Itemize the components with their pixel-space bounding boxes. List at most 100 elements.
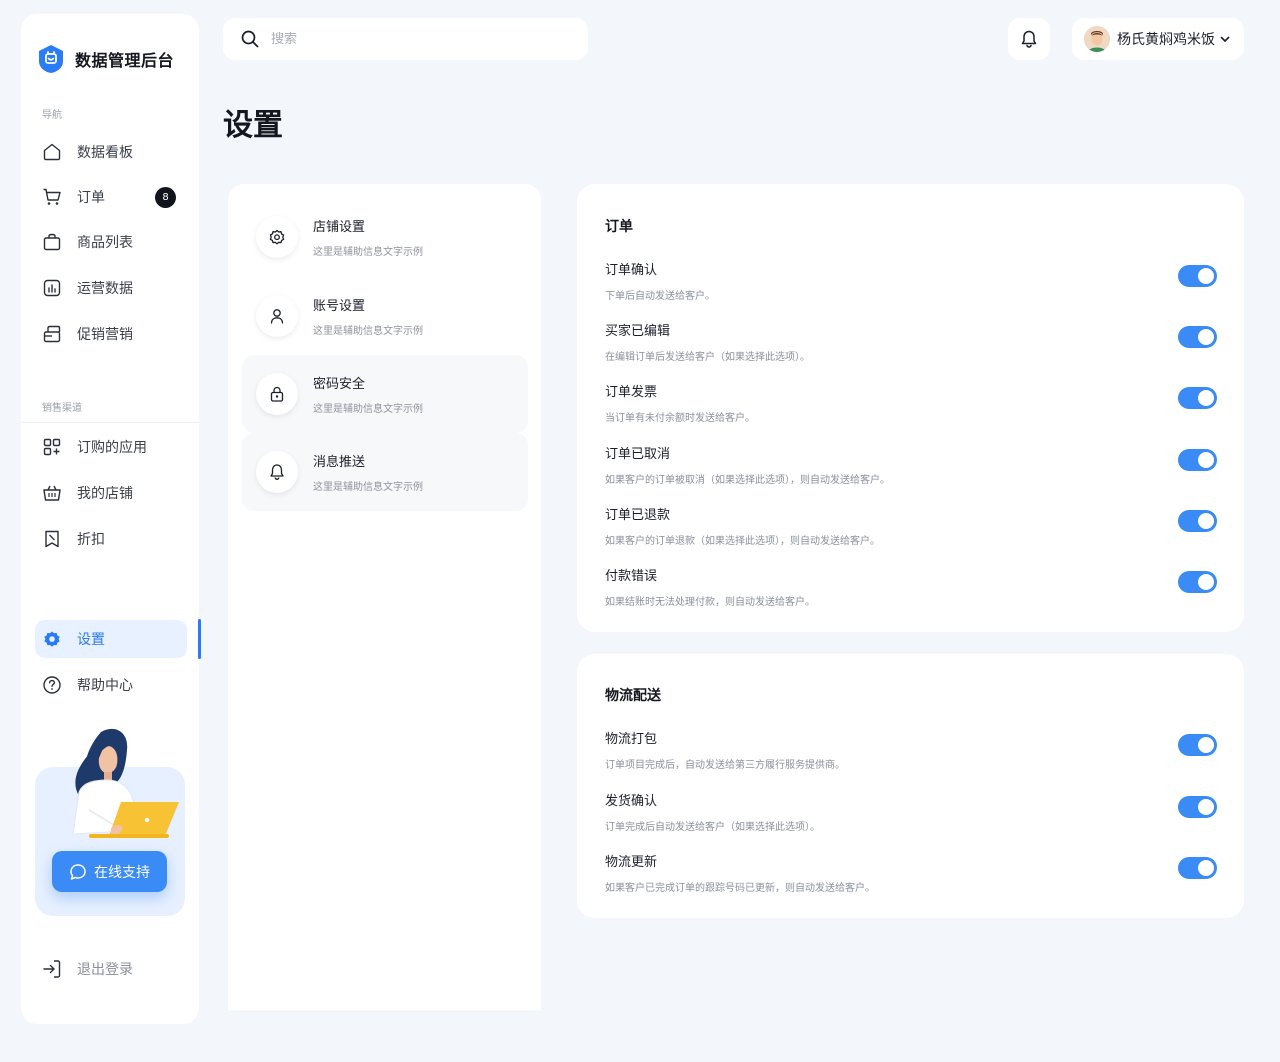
sidebar-item-label: 设置 xyxy=(77,632,105,648)
panel-title: 订单 xyxy=(605,219,633,235)
section-label-channels: 销售渠道 xyxy=(42,403,82,414)
shipping-panel: 物流配送 物流打包 订单项目完成后，自动发送给第三方履行服务提供商。 发货确认 … xyxy=(577,654,1244,918)
sidebar-item-label: 数据看板 xyxy=(77,145,133,161)
logout-button[interactable]: 退出登录 xyxy=(41,958,133,980)
sidebar-item-products[interactable]: 商品列表 xyxy=(35,223,187,261)
menu-item-password-security[interactable]: 密码安全 这里是辅助信息文字示例 xyxy=(242,355,528,433)
toggle-switch[interactable] xyxy=(1178,387,1217,409)
setting-description: 下单后自动发送给客户。 xyxy=(605,291,715,302)
lock-icon xyxy=(256,373,298,415)
sidebar-item-help[interactable]: 帮助中心 xyxy=(35,666,187,704)
sidebar-item-dashboard[interactable]: 数据看板 xyxy=(35,133,187,171)
toggle-switch[interactable] xyxy=(1178,571,1217,593)
sidebar-item-label: 折扣 xyxy=(77,532,105,548)
logout-icon xyxy=(43,960,61,978)
menu-item-notifications[interactable]: 消息推送 这里是辅助信息文字示例 xyxy=(242,433,528,511)
sidebar-item-label: 订单 xyxy=(77,190,105,206)
setting-title: 订单发票 xyxy=(605,385,658,400)
setting-description: 如果客户的订单退款（如果选择此选项），则自动发送给客户。 xyxy=(605,536,880,547)
toggle-switch[interactable] xyxy=(1178,857,1217,879)
online-support-button[interactable]: 在线支持 xyxy=(52,851,167,892)
discount-icon xyxy=(41,528,63,550)
sidebar-item-my-store[interactable]: 我的店铺 xyxy=(35,474,187,512)
setting-row-order-confirm: 订单确认 下单后自动发送给客户。 xyxy=(605,259,1217,309)
notifications-button[interactable] xyxy=(1008,18,1050,60)
setting-description: 当订单有未付余额时发送给客户。 xyxy=(605,413,755,424)
sidebar-item-discount[interactable]: 折扣 xyxy=(35,520,187,558)
active-indicator xyxy=(198,619,201,659)
sidebar-item-label: 帮助中心 xyxy=(77,678,133,694)
setting-title: 买家已编辑 xyxy=(605,324,671,339)
setting-description: 订单项目完成后，自动发送给第三方履行服务提供商。 xyxy=(605,760,845,771)
toggle-switch[interactable] xyxy=(1178,734,1217,756)
chevron-down-icon xyxy=(1220,36,1230,42)
user-name: 杨氏黄焖鸡米饭 xyxy=(1117,32,1215,48)
chart-icon xyxy=(41,277,63,299)
sidebar-item-label: 促销营销 xyxy=(77,327,133,343)
setting-title: 付款错误 xyxy=(605,569,658,584)
bell-icon xyxy=(256,451,298,493)
search-box[interactable] xyxy=(223,18,588,60)
setting-title: 订单已退款 xyxy=(605,508,671,523)
setting-description: 如果结账时无法处理付款，则自动发送给客户。 xyxy=(605,597,815,608)
toggle-switch[interactable] xyxy=(1178,510,1217,532)
section-divider xyxy=(21,422,199,423)
setting-title: 订单确认 xyxy=(605,263,658,278)
panel-title: 物流配送 xyxy=(605,688,661,704)
sidebar-item-apps[interactable]: 订购的应用 xyxy=(35,428,187,466)
basket-icon xyxy=(41,482,63,504)
menu-item-subtitle: 这里是辅助信息文字示例 xyxy=(313,326,423,337)
toggle-switch[interactable] xyxy=(1178,796,1217,818)
sidebar-item-orders[interactable]: 订单 8 xyxy=(35,178,187,216)
sidebar-item-label: 商品列表 xyxy=(77,235,133,251)
user-icon xyxy=(256,295,298,337)
cart-icon xyxy=(41,186,63,208)
setting-title: 物流更新 xyxy=(605,855,658,870)
setting-description: 如果客户已完成订单的跟踪号码已更新，则自动发送给客户。 xyxy=(605,883,875,894)
brand-name: 数据管理后台 xyxy=(75,51,175,70)
orders-count-badge: 8 xyxy=(155,187,176,208)
setting-row-refunded: 订单已退款 如果客户的订单退款（如果选择此选项），则自动发送给客户。 xyxy=(605,504,1217,554)
home-icon xyxy=(41,141,63,163)
setting-row-cancelled: 订单已取消 如果客户的订单被取消（如果选择此选项），则自动发送给客户。 xyxy=(605,443,1217,493)
woman-laptop-illustration xyxy=(72,728,179,838)
settings-menu: 店铺设置 这里是辅助信息文字示例 账号设置 这里是辅助信息文字示例 密码安全 这… xyxy=(228,184,541,1010)
setting-description: 订单完成后自动发送给客户（如果选择此选项）。 xyxy=(605,822,820,833)
setting-row-shipment-confirm: 发货确认 订单完成后自动发送给客户（如果选择此选项）。 xyxy=(605,790,1217,840)
menu-item-store-settings[interactable]: 店铺设置 这里是辅助信息文字示例 xyxy=(242,198,528,276)
online-support-label: 在线支持 xyxy=(94,864,150,881)
setting-row-buyer-edited: 买家已编辑 在编辑订单后发送给客户（如果选择此选项）。 xyxy=(605,320,1217,370)
toggle-switch[interactable] xyxy=(1178,265,1217,287)
toggle-switch[interactable] xyxy=(1178,449,1217,471)
sidebar-item-promotion[interactable]: 促销营销 xyxy=(35,315,187,353)
brand[interactable]: 数据管理后台 xyxy=(37,44,174,74)
setting-row-tracking-update: 物流更新 如果客户已完成订单的跟踪号码已更新，则自动发送给客户。 xyxy=(605,851,1217,901)
bell-icon xyxy=(1021,30,1037,48)
shield-logo-icon xyxy=(39,45,63,73)
menu-item-subtitle: 这里是辅助信息文字示例 xyxy=(313,247,423,258)
page-title: 设置 xyxy=(223,108,283,143)
avatar xyxy=(1084,26,1110,52)
menu-item-subtitle: 这里是辅助信息文字示例 xyxy=(313,482,423,493)
search-icon xyxy=(241,30,259,48)
promotion-icon xyxy=(41,323,63,345)
bag-icon xyxy=(41,231,63,253)
orders-panel: 订单 订单确认 下单后自动发送给客户。 买家已编辑 在编辑订单后发送给客户（如果… xyxy=(577,184,1244,632)
sidebar: 数据管理后台 导航 数据看板 订单 8 商品列表 运营数据 促销营销 销售渠道 xyxy=(21,14,201,1024)
sidebar-item-settings[interactable]: 设置 xyxy=(35,620,187,658)
menu-item-title: 账号设置 xyxy=(313,299,366,314)
menu-item-account-settings[interactable]: 账号设置 这里是辅助信息文字示例 xyxy=(242,277,528,355)
setting-title: 物流打包 xyxy=(605,732,658,747)
menu-item-title: 店铺设置 xyxy=(313,220,366,235)
setting-description: 如果客户的订单被取消（如果选择此选项），则自动发送给客户。 xyxy=(605,475,890,486)
user-menu[interactable]: 杨氏黄焖鸡米饭 xyxy=(1072,18,1244,60)
setting-row-payment-error: 付款错误 如果结账时无法处理付款，则自动发送给客户。 xyxy=(605,565,1217,615)
gear-icon xyxy=(41,628,63,650)
setting-row-invoice: 订单发票 当订单有未付余额时发送给客户。 xyxy=(605,381,1217,431)
logout-label: 退出登录 xyxy=(77,962,133,978)
sidebar-item-analytics[interactable]: 运营数据 xyxy=(35,269,187,307)
sidebar-item-label: 运营数据 xyxy=(77,281,133,297)
search-input[interactable] xyxy=(271,31,551,47)
setting-description: 在编辑订单后发送给客户（如果选择此选项）。 xyxy=(605,352,810,363)
toggle-switch[interactable] xyxy=(1178,326,1217,348)
